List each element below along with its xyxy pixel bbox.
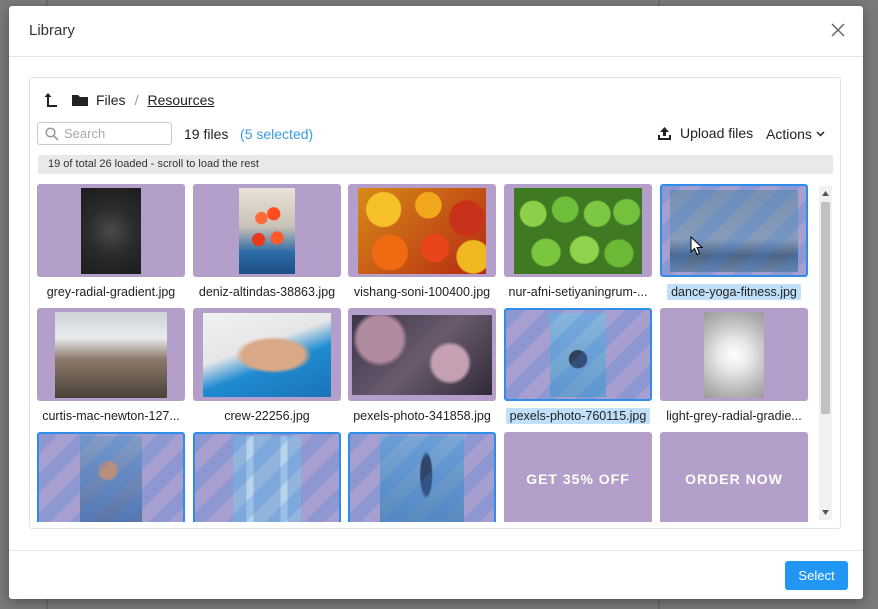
file-name-highlight: dance-yoga-fitness.jpg: [667, 284, 801, 300]
yoga-pose-image: [380, 435, 464, 522]
file-grid: grey-radial-gradient.jpg deniz-altindas-…: [37, 184, 817, 522]
file-name: deniz-altindas-38863.jpg: [198, 285, 336, 299]
file-name: dance-yoga-fitness.jpg: [660, 283, 808, 301]
promo-banner-text: ORDER NOW: [685, 470, 783, 487]
file-thumbnail[interactable]: [660, 308, 808, 401]
promo-banner-text: GET 35% OFF: [526, 470, 630, 487]
file-thumbnail-selected[interactable]: [660, 184, 808, 277]
file-thumbnail[interactable]: ORDER NOW: [660, 432, 808, 522]
file-tile[interactable]: pexels-photo-341858.jpg: [348, 308, 496, 425]
chevron-down-icon: [816, 131, 825, 137]
breadcrumb-resources[interactable]: Resources: [147, 92, 214, 108]
peppers-image: [358, 187, 486, 274]
file-tile[interactable]: dance-yoga-fitness.jpg: [660, 184, 808, 301]
file-thumbnail[interactable]: [348, 308, 496, 401]
close-button[interactable]: [829, 21, 847, 39]
breadcrumb: Files / Resources: [44, 91, 214, 109]
file-thumbnail[interactable]: GET 35% OFF: [504, 432, 652, 522]
file-name: pexels-photo-760115.jpg: [504, 407, 652, 425]
file-tile[interactable]: deniz-altindas-38863.jpg: [193, 184, 341, 301]
file-name: light-grey-radial-gradie...: [666, 409, 802, 423]
file-tile[interactable]: grey-radial-gradient.jpg: [37, 184, 185, 301]
file-name: grey-radial-gradient.jpg: [46, 285, 176, 299]
search-box[interactable]: [37, 122, 172, 145]
loaded-notice: 19 of total 26 loaded - scroll to load t…: [38, 155, 833, 174]
file-name: vishang-soni-100400.jpg: [353, 285, 491, 299]
file-thumbnail[interactable]: [193, 184, 341, 277]
pears-image: [514, 187, 642, 274]
breadcrumb-files[interactable]: Files: [96, 92, 126, 108]
file-count: 19 files (5 selected): [184, 126, 313, 142]
upload-icon: [658, 126, 671, 140]
upload-files-button[interactable]: Upload files: [657, 125, 753, 141]
file-thumbnail-selected[interactable]: [504, 308, 652, 401]
file-tile[interactable]: pexels-photo-760115.jpg: [504, 308, 652, 425]
file-tile[interactable]: [348, 432, 496, 522]
file-tile[interactable]: GET 35% OFF: [504, 432, 652, 522]
file-name: crew-22256.jpg: [224, 409, 310, 423]
dialog-header: Library: [9, 6, 863, 57]
selected-count[interactable]: 5 selected: [245, 126, 309, 142]
search-icon: [45, 126, 59, 141]
silhouette-image: [550, 312, 606, 397]
file-name: curtis-mac-newton-127...: [42, 409, 180, 423]
file-tile[interactable]: [193, 432, 341, 522]
close-icon: [831, 23, 845, 37]
jumper-image: [233, 435, 301, 522]
library-dialog: Library Files / Resources Search 19 file…: [9, 6, 863, 599]
watch-image: [203, 312, 331, 397]
grid-scrollbar[interactable]: [819, 186, 832, 520]
file-name: pexels-photo-341858.jpg: [353, 409, 491, 423]
file-tile[interactable]: ORDER NOW: [660, 432, 808, 522]
upload-files-label: Upload files: [680, 125, 754, 141]
actions-dropdown[interactable]: Actions: [766, 126, 825, 142]
file-tile[interactable]: crew-22256.jpg: [193, 308, 341, 425]
file-thumbnail[interactable]: [504, 184, 652, 277]
gradient-image: [81, 187, 141, 274]
file-tile[interactable]: nur-afni-setiyaningrum-...: [504, 184, 652, 301]
dialog-title: Library: [29, 22, 75, 39]
scroll-down-arrow-icon[interactable]: [821, 508, 830, 517]
file-thumbnail[interactable]: [193, 308, 341, 401]
scroll-thumb[interactable]: [821, 202, 830, 414]
scroll-up-arrow-icon[interactable]: [821, 189, 830, 198]
select-button[interactable]: Select: [785, 561, 848, 590]
dancer-image: [80, 435, 142, 522]
file-name: nur-afni-setiyaningrum-...: [508, 285, 648, 299]
bokeh-image: [352, 314, 492, 395]
file-tile[interactable]: curtis-mac-newton-127...: [37, 308, 185, 425]
file-browser: Files / Resources 19 files (5 selected) …: [29, 77, 841, 529]
yoga-image: [670, 189, 798, 272]
actions-label: Actions: [766, 126, 812, 142]
tomatoes-image: [239, 187, 295, 274]
file-thumbnail[interactable]: [37, 308, 185, 401]
folder-icon: [72, 95, 88, 106]
file-count-total: 19 files: [184, 126, 229, 142]
file-tile[interactable]: vishang-soni-100400.jpg: [348, 184, 496, 301]
file-thumbnail-selected[interactable]: [193, 432, 341, 522]
close-paren: ): [308, 126, 314, 142]
dialog-footer: Select: [9, 550, 863, 599]
file-thumbnail[interactable]: [37, 184, 185, 277]
file-thumbnail-selected[interactable]: [37, 432, 185, 522]
file-thumbnail[interactable]: [348, 184, 496, 277]
file-tile[interactable]: [37, 432, 185, 522]
bridge-image: [55, 311, 167, 398]
file-tile[interactable]: light-grey-radial-gradie...: [660, 308, 808, 425]
breadcrumb-separator: /: [134, 92, 139, 108]
search-input[interactable]: [64, 126, 164, 141]
file-name-highlight: pexels-photo-760115.jpg: [505, 408, 651, 424]
file-thumbnail-selected[interactable]: [348, 432, 496, 522]
arrow-up-icon[interactable]: [44, 92, 58, 108]
gradient-image: [704, 311, 764, 398]
